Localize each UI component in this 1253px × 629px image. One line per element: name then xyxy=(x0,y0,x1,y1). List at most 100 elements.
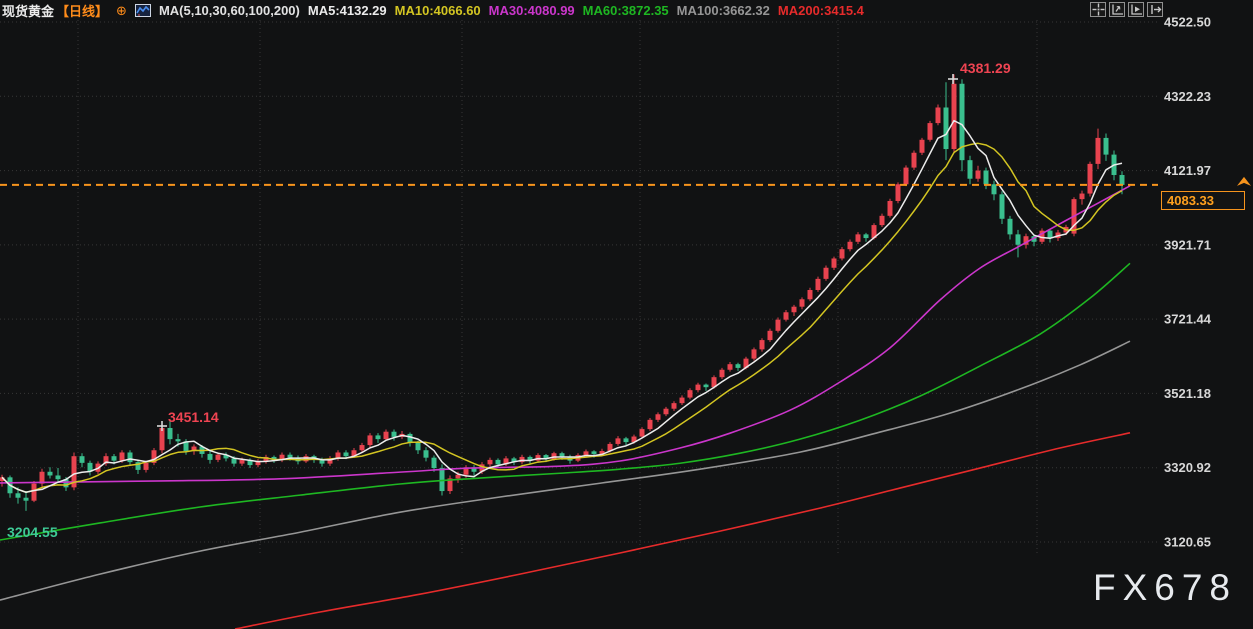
candle-body xyxy=(144,463,149,470)
candle-body xyxy=(1080,194,1085,200)
trading-chart-screen: 3451.144381.293204.554522.504322.234121.… xyxy=(0,0,1253,629)
candle-body xyxy=(616,438,621,444)
candle-body xyxy=(688,390,693,397)
candle-body xyxy=(584,451,589,455)
candle-body xyxy=(1088,164,1093,194)
candle-body xyxy=(1120,175,1125,185)
candle-body xyxy=(992,184,997,194)
candle-body xyxy=(880,216,885,225)
ma10-value: MA10:4066.60 xyxy=(395,3,481,18)
candle-body xyxy=(16,493,21,497)
axis-label[interactable]: 3120.65 xyxy=(1164,535,1211,550)
chart-style-icon[interactable] xyxy=(135,4,151,17)
candle-body xyxy=(912,153,917,168)
candle-body xyxy=(304,456,309,461)
ma5-value: MA5:4132.29 xyxy=(308,3,387,18)
ma100-value: MA100:3662.32 xyxy=(677,3,770,18)
candle-body xyxy=(496,460,501,464)
candle-body xyxy=(832,258,837,267)
candle-body xyxy=(904,168,909,185)
candle-body xyxy=(936,108,941,124)
candle-body xyxy=(440,468,445,491)
candle-body xyxy=(968,160,973,179)
price-chart-svg[interactable]: 3451.144381.293204.554522.504322.234121.… xyxy=(0,0,1253,629)
step-out-button[interactable] xyxy=(1147,2,1163,17)
candle-body xyxy=(928,123,933,140)
candle-body xyxy=(920,140,925,153)
candle-body xyxy=(624,438,629,442)
candle-body xyxy=(120,452,125,460)
candle-body xyxy=(656,414,661,420)
candle-body xyxy=(752,349,757,358)
candle-body xyxy=(1048,231,1053,238)
play-forward-button[interactable] xyxy=(1128,2,1144,17)
candle-body xyxy=(56,475,61,479)
candle-body xyxy=(48,472,53,476)
candle-body xyxy=(984,171,989,185)
candle-body xyxy=(816,279,821,290)
candle-body xyxy=(424,450,429,457)
candle-body xyxy=(664,409,669,415)
price-arrow-icon xyxy=(1237,177,1251,186)
axis-label[interactable]: 3721.44 xyxy=(1164,312,1212,327)
candle-body xyxy=(776,320,781,331)
candle-body xyxy=(368,435,373,445)
axis-label[interactable]: 4121.97 xyxy=(1164,163,1211,178)
candle-body xyxy=(32,484,37,501)
candle-body xyxy=(944,108,949,150)
axis-label[interactable]: 4322.23 xyxy=(1164,89,1211,104)
watermark: FX678 xyxy=(1093,567,1237,609)
candle-body xyxy=(592,451,597,454)
candle-body xyxy=(848,242,853,249)
candle-body xyxy=(160,428,165,450)
candle-body xyxy=(1016,234,1021,244)
candle-body xyxy=(456,475,461,479)
axis-label[interactable]: 4522.50 xyxy=(1164,15,1211,30)
candle-body xyxy=(976,171,981,179)
ma100-line xyxy=(0,341,1130,600)
candle-body xyxy=(864,234,869,238)
candle-body xyxy=(80,456,85,463)
candle-body xyxy=(360,445,365,450)
candle-body xyxy=(648,420,653,429)
candle-body xyxy=(808,290,813,299)
candle-body xyxy=(672,403,677,409)
price-annotation: 4381.29 xyxy=(960,60,1011,76)
candle-body xyxy=(704,385,709,388)
candle-body xyxy=(1104,138,1109,155)
candle-body xyxy=(232,458,237,463)
candle-body xyxy=(696,385,701,391)
candle-body xyxy=(392,432,397,437)
candle-body xyxy=(824,268,829,279)
candle-body xyxy=(376,435,381,439)
axis-label[interactable]: 3320.92 xyxy=(1164,460,1211,475)
candle-body xyxy=(112,456,117,460)
ma30-value: MA30:4080.99 xyxy=(489,3,575,18)
chart-header: 现货黄金 【日线】 ⊕ MA(5,10,30,60,100,200) MA5:4… xyxy=(0,0,864,20)
candle-body xyxy=(1000,194,1005,218)
ma200-value: MA200:3415.4 xyxy=(778,3,864,18)
ma60-line xyxy=(0,263,1130,540)
candle-body xyxy=(416,443,421,450)
axis-label[interactable]: 3921.71 xyxy=(1164,237,1211,252)
candle-body xyxy=(680,398,685,404)
candle-body xyxy=(768,331,773,340)
axis-label[interactable]: 3521.18 xyxy=(1164,386,1211,401)
candle-body xyxy=(760,340,765,349)
candle-body xyxy=(728,364,733,370)
candle-body xyxy=(288,455,293,458)
candle-body xyxy=(888,201,893,216)
candle-body xyxy=(176,439,181,441)
add-indicator-icon[interactable]: ⊕ xyxy=(116,4,127,17)
candle-body xyxy=(552,453,557,459)
candle-body xyxy=(736,364,741,368)
crosshair-tool-button[interactable] xyxy=(1090,2,1106,17)
scale-back-button[interactable] xyxy=(1109,2,1125,17)
period-label[interactable]: 【日线】 xyxy=(56,1,108,20)
candle-body xyxy=(952,84,957,149)
candle-body xyxy=(432,458,437,468)
candle-body xyxy=(408,434,413,443)
candle-body xyxy=(792,307,797,313)
chart-toolbar xyxy=(1090,2,1163,17)
candle-body xyxy=(24,498,29,501)
